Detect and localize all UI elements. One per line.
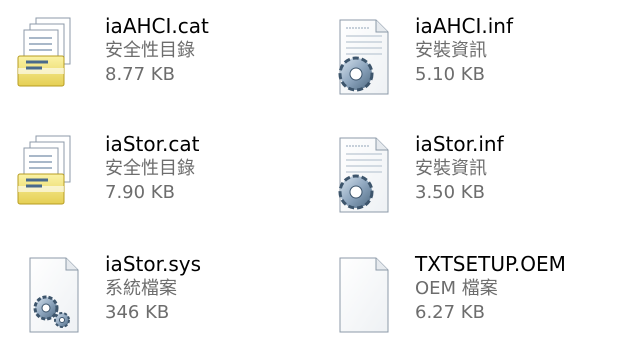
security-catalog-icon [16,134,92,216]
file-size: 6.27 KB [415,302,485,323]
file-size: 346 KB [105,302,170,323]
file-size: 7.90 KB [105,182,175,203]
file-item[interactable]: iaAHCI.cat 安全性目錄 8.77 KB [0,0,300,110]
file-type: 安裝資訊 [415,158,487,179]
file-name: TXTSETUP.OEM [415,252,566,276]
file-item[interactable]: iaStor.cat 安全性目錄 7.90 KB [0,118,300,228]
system-file-icon [16,254,92,336]
file-type: 安全性目錄 [105,158,195,179]
file-size: 3.50 KB [415,182,485,203]
file-item[interactable]: TXTSETUP.OEM OEM 檔案 6.27 KB [310,238,610,348]
setup-information-icon [326,16,402,98]
blank-file-icon [326,254,402,336]
file-size: 8.77 KB [105,64,175,85]
file-type: 系統檔案 [105,278,177,299]
file-name: iaStor.sys [105,252,202,276]
file-type: 安全性目錄 [105,40,195,61]
file-list: iaAHCI.cat 安全性目錄 8.77 KB iaAHCI.inf 安裝資訊… [0,0,618,358]
file-item[interactable]: iaStor.inf 安裝資訊 3.50 KB [310,118,610,228]
file-item[interactable]: iaStor.sys 系統檔案 346 KB [0,238,300,348]
file-name: iaStor.cat [105,132,200,156]
file-name: iaAHCI.inf [415,14,514,38]
setup-information-icon [326,134,402,216]
file-item[interactable]: iaAHCI.inf 安裝資訊 5.10 KB [310,0,610,110]
file-name: iaStor.inf [415,132,504,156]
file-size: 5.10 KB [415,64,485,85]
file-type: OEM 檔案 [415,278,498,299]
security-catalog-icon [16,16,92,98]
file-name: iaAHCI.cat [105,14,209,38]
file-type: 安裝資訊 [415,40,487,61]
